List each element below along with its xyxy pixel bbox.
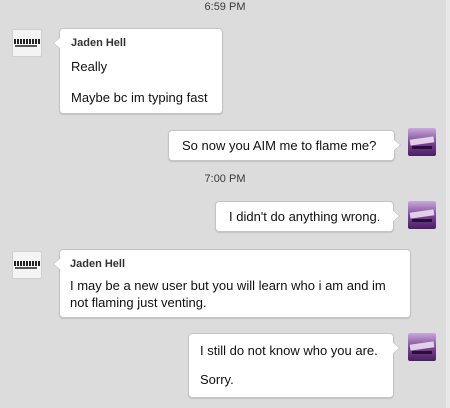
message-text: I didn't do anything wrong. <box>229 209 381 224</box>
scrollbar[interactable] <box>446 0 450 408</box>
my-avatar-icon <box>408 128 436 156</box>
timestamp: 6:59 PM <box>204 1 246 13</box>
message-bubble: I still do not know who you are. Sorry. <box>188 333 400 398</box>
message-text: Sorry. <box>200 372 234 387</box>
contact-avatar-icon <box>12 251 42 279</box>
message-text: I still do not know who you are. <box>200 343 378 358</box>
message-text: Maybe bc im typing fast <box>71 90 208 105</box>
message-text: not flaming just venting. <box>70 295 207 310</box>
timestamp: 7:00 PM <box>204 173 246 185</box>
message-bubble: Jaden Hell Really Maybe bc im typing fas… <box>53 28 223 114</box>
sender-name: Jaden Hell <box>70 258 126 270</box>
message-text: So now you AIM me to flame me? <box>182 138 377 153</box>
my-avatar-icon <box>408 333 436 361</box>
sender-name: Jaden Hell <box>71 37 127 49</box>
message-bubble: I didn't do anything wrong. <box>215 201 400 232</box>
my-avatar-icon <box>408 201 436 229</box>
message-bubble: So now you AIM me to flame me? <box>168 130 401 161</box>
message-text: I may be a new user but you will learn w… <box>70 278 386 293</box>
message-text: Really <box>71 59 108 74</box>
message-bubble: Jaden Hell I may be a new user but you w… <box>53 249 411 318</box>
contact-avatar-icon <box>12 29 42 57</box>
